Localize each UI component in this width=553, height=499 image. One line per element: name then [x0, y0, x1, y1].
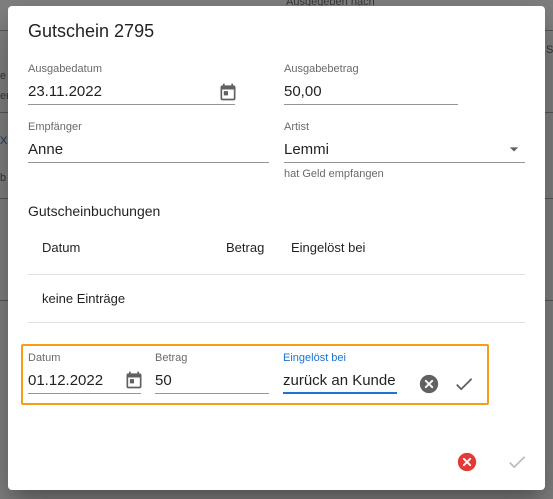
booking-eingeloest-value: zurück an Kunde: [283, 372, 396, 389]
booking-betrag-field[interactable]: Betrag 50: [155, 352, 269, 394]
empfaenger-underline: [28, 162, 269, 163]
booking-eingeloest-field[interactable]: Eingelöst bei zurück an Kunde: [283, 352, 397, 394]
booking-betrag-value: 50: [155, 372, 172, 389]
booking-datum-label: Datum: [28, 352, 61, 364]
artist-underline: [284, 162, 525, 163]
dropdown-arrow-icon[interactable]: [504, 139, 524, 159]
column-header-datum[interactable]: Datum: [42, 240, 80, 255]
ausgabebetrag-value: 50,00: [284, 83, 322, 100]
artist-value: Lemmi: [284, 141, 330, 158]
booking-eingeloest-underline: [283, 392, 397, 394]
confirm-icon[interactable]: [505, 450, 529, 474]
booking-datum-value: 01.12.2022: [28, 372, 104, 389]
artist-hint: hat Geld empfangen: [284, 168, 384, 180]
voucher-dialog: Gutschein 2795 Ausgabedatum 23.11.2022 A…: [8, 6, 545, 490]
empfaenger-field[interactable]: Empfänger Anne: [28, 121, 269, 163]
ausgabedatum-value: 23.11.2022: [28, 83, 102, 100]
booking-eingeloest-label: Eingelöst bei: [283, 352, 346, 364]
artist-label: Artist: [284, 121, 310, 133]
cancel-icon[interactable]: [455, 450, 479, 474]
column-header-eingeloest[interactable]: Eingelöst bei: [291, 240, 365, 255]
ausgabedatum-label: Ausgabedatum: [28, 63, 102, 75]
column-header-betrag[interactable]: Betrag: [226, 240, 264, 255]
calendar-icon[interactable]: [216, 80, 240, 104]
table-header-divider: [28, 274, 525, 275]
ausgabebetrag-field[interactable]: Ausgabebetrag 50,00: [284, 63, 458, 105]
booking-datum-underline: [28, 393, 141, 394]
empty-state-text: keine Einträge: [42, 291, 126, 306]
ausgabedatum-field[interactable]: Ausgabedatum 23.11.2022: [28, 63, 235, 105]
calendar-icon[interactable]: [122, 368, 146, 392]
check-icon[interactable]: [452, 372, 476, 396]
empfaenger-value: Anne: [28, 141, 64, 158]
ausgabedatum-underline: [28, 104, 235, 105]
ausgabebetrag-underline: [284, 104, 458, 105]
ausgabebetrag-label: Ausgabebetrag: [284, 63, 359, 75]
table-bottom-divider: [28, 322, 525, 323]
bookings-title: Gutscheinbuchungen: [28, 203, 161, 219]
clear-icon[interactable]: [417, 372, 441, 396]
dialog-title: Gutschein 2795: [28, 21, 155, 41]
artist-select[interactable]: Artist Lemmi hat Geld empfangen: [284, 121, 525, 185]
booking-betrag-underline: [155, 393, 269, 394]
booking-betrag-label: Betrag: [155, 352, 188, 364]
empfaenger-label: Empfänger: [28, 121, 82, 133]
